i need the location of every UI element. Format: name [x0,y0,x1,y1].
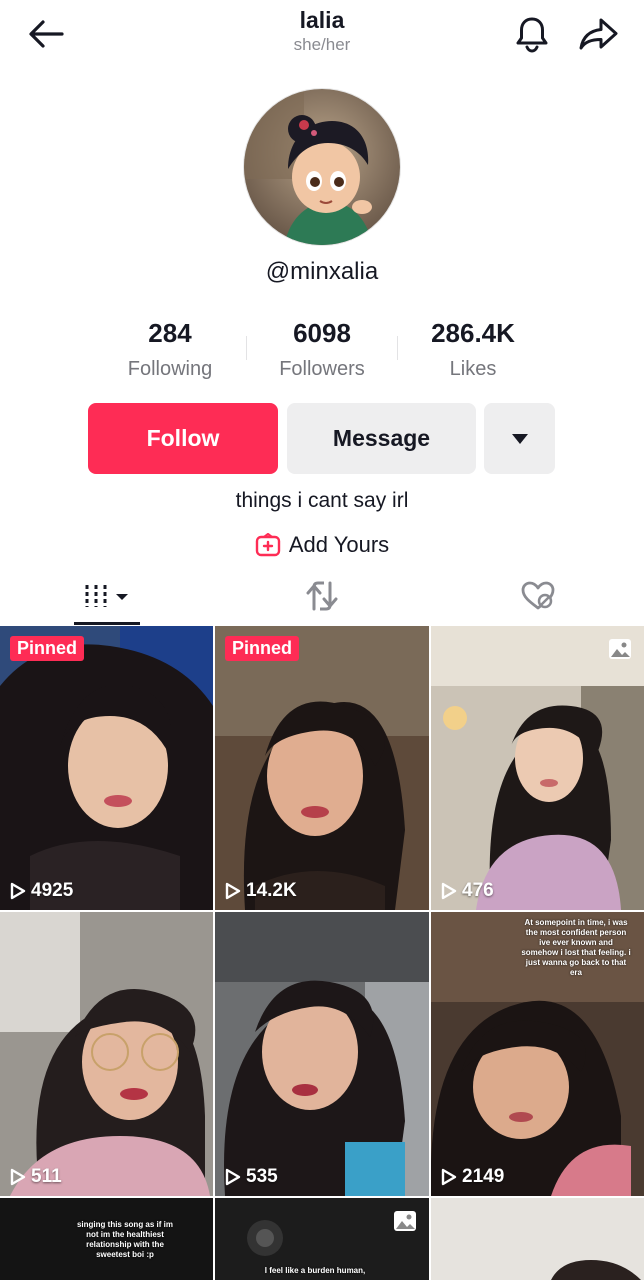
stats-row: 284 Following 6098 Followers 286.4K Like… [0,314,644,384]
stat-followers[interactable]: 6098 Followers [252,314,392,386]
play-icon [441,882,457,900]
followers-count: 6098 [293,318,351,348]
content-tabs [0,568,644,626]
tab-reposts[interactable] [290,568,354,624]
video-tile[interactable]: At somepoint in time, i was the most con… [431,912,644,1196]
notification-button[interactable] [510,12,554,56]
share-button[interactable] [574,12,622,56]
username-handle: @minxalia [265,258,379,285]
message-button[interactable]: Message [287,403,476,474]
view-count-label: 476 [462,880,494,901]
more-options-button[interactable] [484,403,555,474]
photo-icon [608,638,632,660]
play-icon [441,1168,457,1186]
add-yours-link[interactable]: Add Yours [0,532,644,558]
videos-grid-icon [85,585,128,607]
photo-icon [393,1210,417,1232]
view-count-label: 535 [246,1166,278,1187]
pinned-badge: Pinned [225,636,300,661]
photo-thumbnail [431,626,644,910]
active-tab-indicator [74,622,140,625]
video-caption: I feel like a burden human, [264,1266,366,1275]
play-icon [225,1168,241,1186]
video-tile[interactable]: Pinned 14.2K [215,626,429,910]
view-count-label: 14.2K [246,880,297,901]
caret-down-icon [511,433,528,444]
video-thumbnail [215,626,429,910]
video-tile[interactable]: Pinned 4925 [0,626,213,910]
video-thumbnail [215,912,429,1196]
follow-button[interactable]: Follow [88,403,278,474]
avatar-image [244,89,400,245]
add-yours-icon [255,533,281,557]
view-count: 2149 [441,1166,504,1188]
video-thumbnail [431,1198,644,1280]
following-count: 284 [148,318,192,348]
view-count-label: 4925 [31,880,74,901]
photo-tile[interactable]: I feel like a burden human, [215,1198,429,1280]
likes-label: Likes [449,358,497,380]
tab-liked[interactable] [506,568,570,624]
video-tile[interactable]: 535 [215,912,429,1196]
photo-tile[interactable]: 476 [431,626,644,910]
video-thumbnail [0,912,213,1196]
top-bar: lalia she/her [0,0,644,80]
view-count: 14.2K [225,880,297,902]
liked-hidden-icon [521,581,555,610]
view-count: 535 [225,1166,278,1188]
play-icon [10,1168,26,1186]
play-icon [225,882,241,900]
video-caption: singing this song as if im not im the he… [76,1220,173,1259]
followers-label: Followers [279,358,365,380]
bell-icon [516,17,548,53]
bio-text: things i cant say irl [235,489,409,512]
stat-divider [397,336,398,360]
tab-videos[interactable] [74,568,142,624]
video-caption: At somepoint in time, i was the most con… [521,918,631,977]
video-thumbnail [0,626,213,910]
pinned-badge: Pinned [10,636,85,661]
stat-likes[interactable]: 286.4K Likes [403,314,543,386]
view-count-label: 511 [31,1166,62,1187]
view-count: 511 [10,1166,62,1188]
view-count: 4925 [10,880,73,902]
avatar[interactable] [243,88,401,246]
video-tile[interactable] [431,1198,644,1280]
stat-following[interactable]: 284 Following [100,314,240,386]
view-count-label: 2149 [462,1166,505,1187]
add-yours-label: Add Yours [288,532,390,557]
stat-divider [246,336,247,360]
following-label: Following [127,358,213,380]
likes-count: 286.4K [431,318,515,348]
video-tile[interactable]: 511 [0,912,213,1196]
video-grid: Pinned 4925 Pinned 14.2K 476 511 535 At … [0,626,644,1280]
repost-icon [306,581,338,611]
video-tile[interactable]: singing this song as if im not im the he… [0,1198,213,1280]
play-icon [10,882,26,900]
share-icon [579,18,618,50]
view-count: 476 [441,880,494,902]
